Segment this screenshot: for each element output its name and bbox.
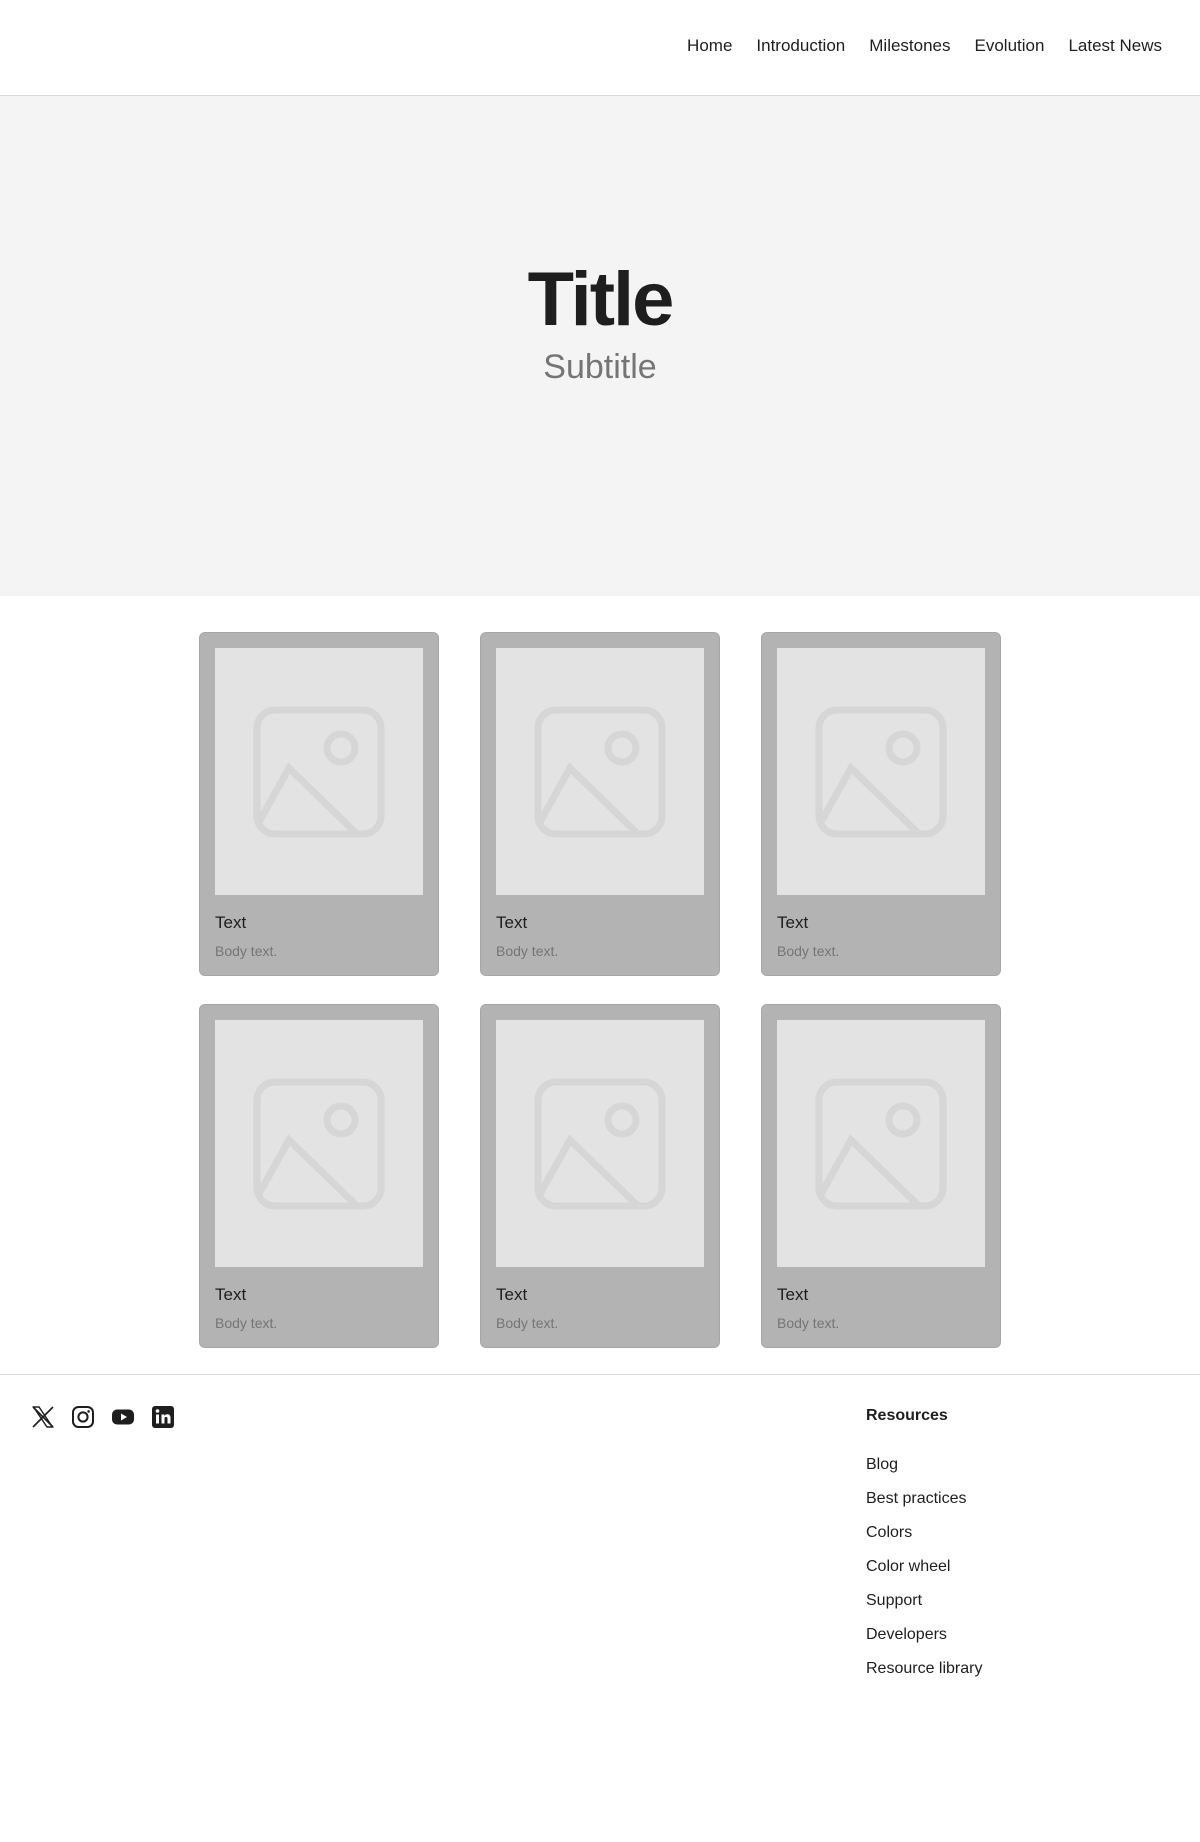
footer-link-best-practices[interactable]: Best practices bbox=[866, 1489, 1106, 1523]
card-heading: Text bbox=[215, 913, 247, 932]
card[interactable]: Text Body text. bbox=[199, 632, 439, 976]
site-header: Home Introduction Milestones Evolution L… bbox=[0, 0, 1200, 96]
nav-milestones-link[interactable]: Milestones bbox=[869, 36, 950, 56]
card-body: Body text. bbox=[215, 943, 278, 959]
card-heading: Text bbox=[496, 913, 528, 932]
hero-title: Title bbox=[527, 257, 675, 342]
card-image bbox=[777, 1020, 985, 1267]
card-body: Body text. bbox=[777, 1315, 840, 1331]
card-body: Body text. bbox=[777, 943, 840, 959]
hero-subtitle: Subtitle bbox=[543, 348, 657, 386]
footer-link-blog[interactable]: Blog bbox=[866, 1455, 1106, 1489]
card-heading: Text bbox=[215, 1285, 247, 1304]
card-body: Body text. bbox=[496, 943, 559, 959]
footer-link-colors[interactable]: Colors bbox=[866, 1523, 1106, 1557]
card-heading: Text bbox=[496, 1285, 528, 1304]
image-placeholder-icon bbox=[253, 706, 385, 837]
card-image bbox=[777, 648, 985, 895]
social-links bbox=[31, 1405, 175, 1429]
card[interactable]: Text Body text. bbox=[761, 632, 1001, 976]
card-grid: Text Body text. Text Body text. Text Bod… bbox=[199, 632, 1001, 1348]
card[interactable]: Text Body text. bbox=[480, 632, 720, 976]
footer-link-developers[interactable]: Developers bbox=[866, 1625, 1106, 1659]
image-placeholder-icon bbox=[253, 1078, 385, 1209]
card-image bbox=[496, 648, 704, 895]
card-heading: Text bbox=[777, 1285, 809, 1304]
hero-section: Title Subtitle bbox=[0, 96, 1200, 596]
card-image bbox=[215, 648, 423, 895]
site-footer: Resources Blog Best practices Colors Col… bbox=[0, 1374, 1200, 1842]
resources-column: Resources Blog Best practices Colors Col… bbox=[866, 1407, 1106, 1693]
image-placeholder-icon bbox=[815, 1078, 947, 1209]
x-icon[interactable] bbox=[31, 1405, 55, 1429]
nav-latest-news-link[interactable]: Latest News bbox=[1068, 36, 1162, 56]
card-body: Body text. bbox=[496, 1315, 559, 1331]
nav-introduction-link[interactable]: Introduction bbox=[756, 36, 845, 56]
nav-evolution-link[interactable]: Evolution bbox=[975, 36, 1045, 56]
card-body: Body text. bbox=[215, 1315, 278, 1331]
footer-link-resource-library[interactable]: Resource library bbox=[866, 1659, 1106, 1693]
footer-link-color-wheel[interactable]: Color wheel bbox=[866, 1557, 1106, 1591]
card[interactable]: Text Body text. bbox=[199, 1004, 439, 1348]
linkedin-icon[interactable] bbox=[151, 1405, 175, 1429]
card[interactable]: Text Body text. bbox=[761, 1004, 1001, 1348]
card[interactable]: Text Body text. bbox=[480, 1004, 720, 1348]
card-heading: Text bbox=[777, 913, 809, 932]
image-placeholder-icon bbox=[815, 706, 947, 837]
card-image bbox=[215, 1020, 423, 1267]
resources-heading: Resources bbox=[866, 1407, 948, 1424]
youtube-icon[interactable] bbox=[111, 1405, 135, 1429]
card-image bbox=[496, 1020, 704, 1267]
footer-link-support[interactable]: Support bbox=[866, 1591, 1106, 1625]
instagram-icon[interactable] bbox=[71, 1405, 95, 1429]
resources-list: Blog Best practices Colors Color wheel S… bbox=[866, 1455, 1106, 1693]
nav-home-link[interactable]: Home bbox=[687, 36, 732, 56]
main-nav: Home Introduction Milestones Evolution L… bbox=[687, 36, 1162, 56]
image-placeholder-icon bbox=[534, 1078, 666, 1209]
image-placeholder-icon bbox=[534, 706, 666, 837]
